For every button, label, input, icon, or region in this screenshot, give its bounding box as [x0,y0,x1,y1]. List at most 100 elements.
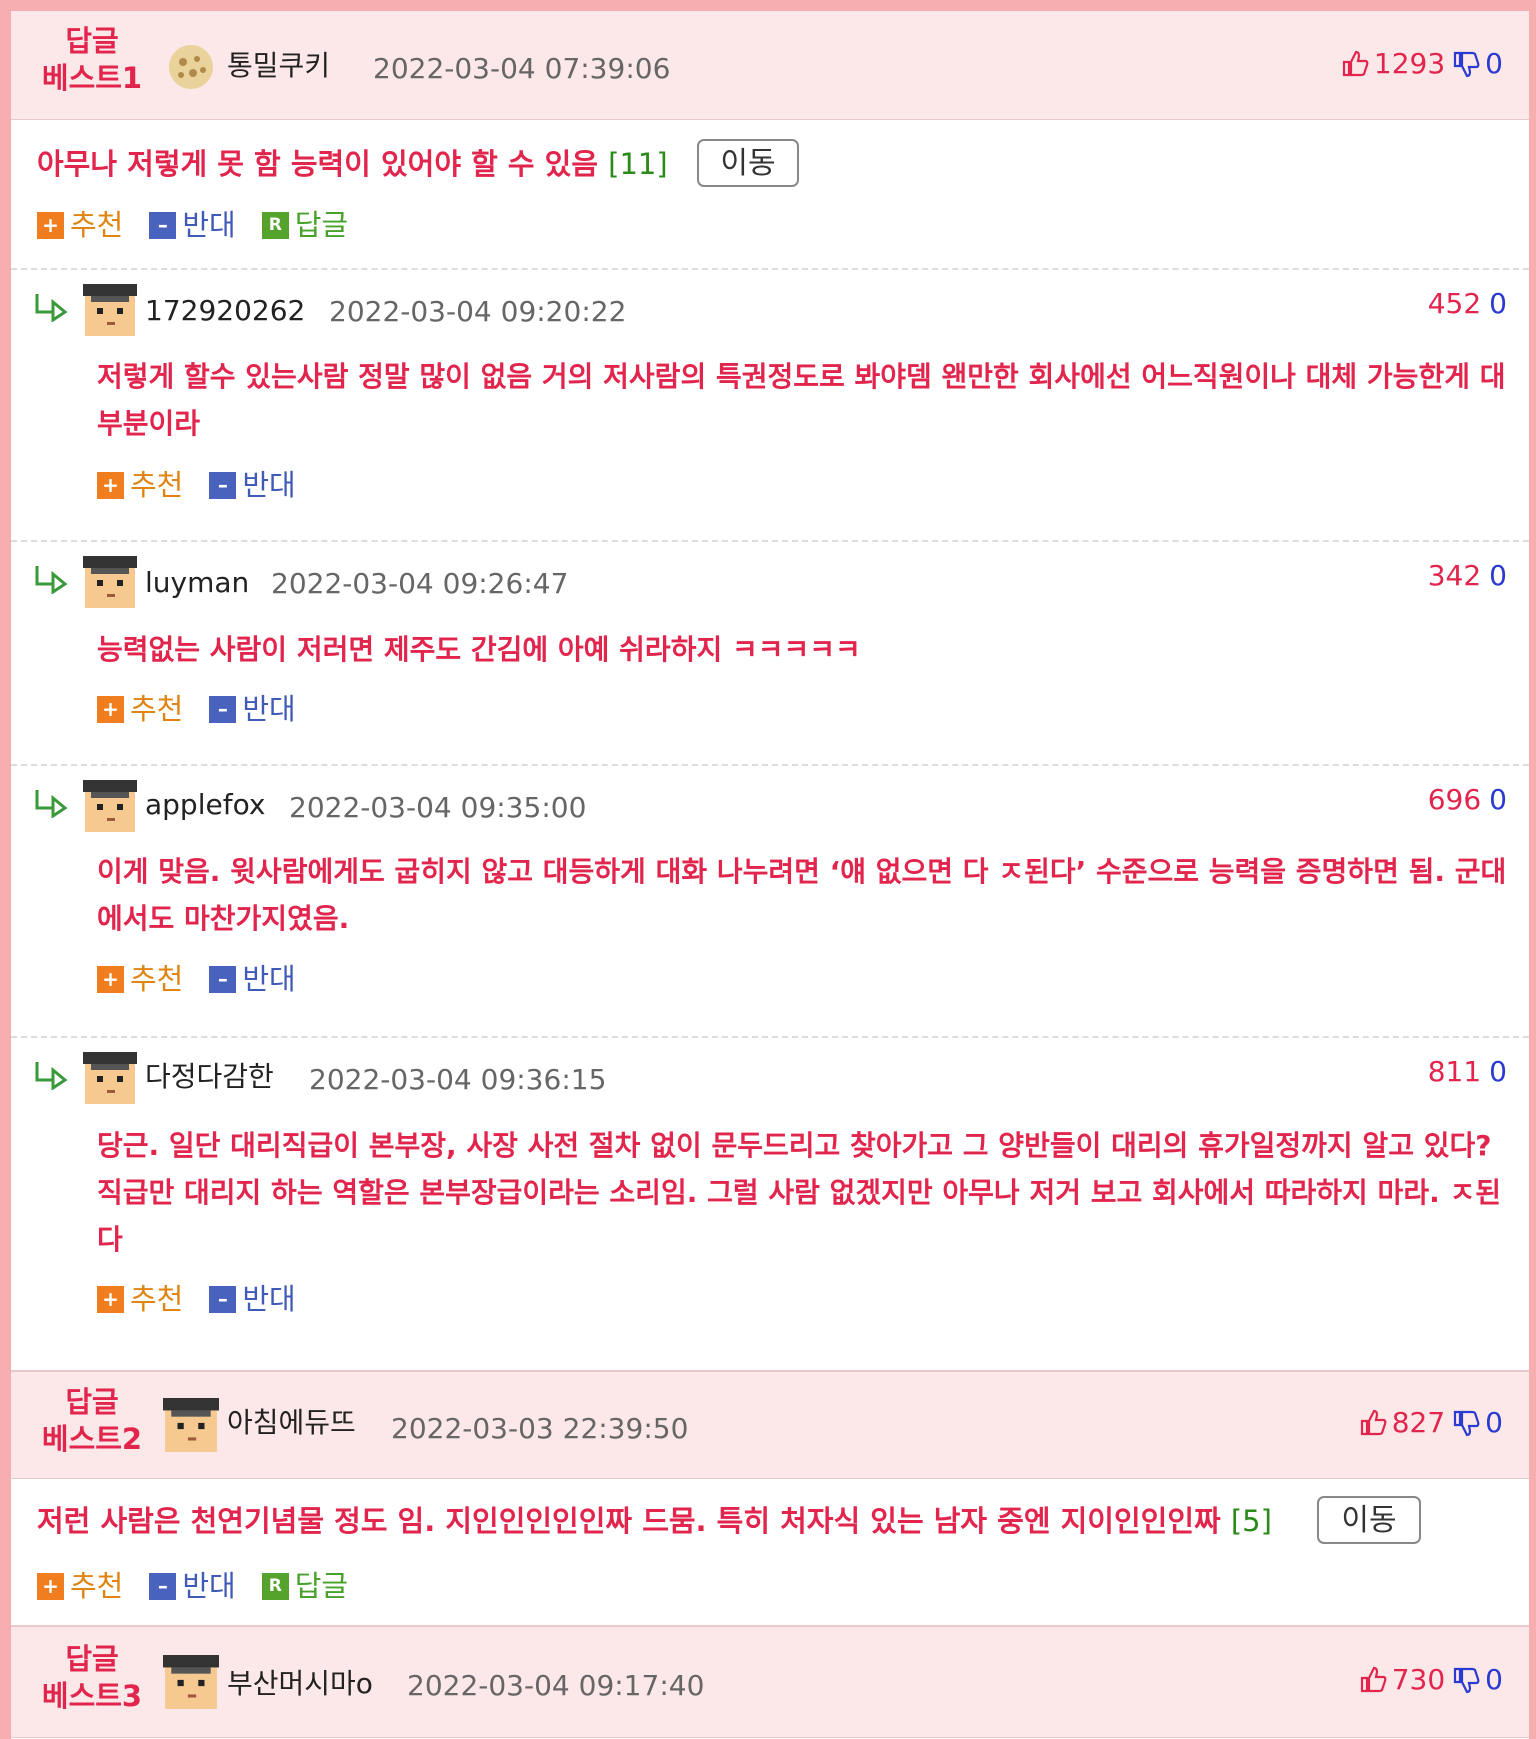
action-bar: + 추천 – 반대 R 답글 [37,1569,374,1603]
reply-item: 172920262 2022-03-04 09:20:22 452 0 저렇게 할… [11,270,1529,538]
move-button[interactable]: 이동 [1317,1496,1421,1544]
author-name[interactable]: 통밀쿠키 [227,49,330,83]
best-comment-1-body: 아무나 저렇게 못 함 능력이 있어야 할 수 있음 [11] 이동 + 추천 –… [11,120,1529,268]
default-avatar-icon [163,1398,219,1452]
vote-counts: 342 0 [1427,559,1507,592]
action-bar: + 추천 – 반대 [97,692,322,726]
timestamp: 2022-03-04 09:26:47 [271,567,569,600]
minus-icon: – [209,1285,237,1313]
upvote-count: 827 [1391,1406,1446,1439]
author-name[interactable]: 부산머시마o [227,1667,373,1701]
minus-icon: – [149,1572,177,1600]
default-avatar-icon [83,284,137,336]
best-comment-3-header: 답글 베스트3 부산머시마o 2022-03-04 09:17:40 730 0 [11,1625,1529,1738]
downvote-count: 0 [1485,47,1503,80]
action-bar: + 추천 – 반대 [97,1282,322,1316]
best-comment-2-body: 저런 사람은 천연기념물 정도 임. 지인인인인인짜 드뭄. 특히 처자식 있는… [11,1479,1529,1625]
vote-counts: 1293 0 [1340,47,1503,81]
plus-icon: + [37,1572,64,1600]
upvote-count: 1293 [1373,47,1446,80]
comment-text: 아무나 저렇게 못 함 능력이 있어야 할 수 있음 [11] [37,147,668,181]
reply-item: 다정다감한 2022-03-04 09:36:15 811 0 당근. 일단 대리… [11,1038,1529,1358]
timestamp: 2022-03-04 09:20:22 [329,295,627,328]
upvote-count: 730 [1391,1663,1446,1696]
minus-icon: – [209,965,237,993]
thumbs-up-icon [1342,50,1369,77]
best-badge: 답글 베스트1 [41,24,143,95]
oppose-button[interactable]: – 반대 [209,468,296,502]
vote-counts: 730 0 [1358,1663,1503,1697]
move-button[interactable]: 이동 [697,139,799,187]
recommend-button[interactable]: + 추천 [97,692,183,726]
action-bar: + 추천 – 반대 [97,962,322,996]
thumbs-down-icon [1454,1667,1480,1694]
best-badge: 답글 베스트2 [41,1385,143,1456]
best-badge: 답글 베스트3 [41,1642,143,1713]
default-avatar-icon [83,1052,137,1104]
reply-button[interactable]: R 답글 [261,1569,348,1603]
minus-icon: – [149,211,177,239]
comment-text: 능력없는 사람이 저러면 제주도 간김에 아예 쉬라하지 ㅋㅋㅋㅋㅋ [97,633,861,666]
reply-icon: R [261,211,289,239]
recommend-button[interactable]: + 추천 [97,962,183,996]
oppose-button[interactable]: – 반대 [209,692,296,726]
comment-text: 이게 맞음. 윗사람에게도 굽히지 않고 대등하게 대화 나누려면 ‘얘 없으면… [97,855,1507,935]
best-comment-2-header: 답글 베스트2 아침에듀뜨 2022-03-03 22:39:50 827 0 [11,1372,1529,1479]
author-name[interactable]: luyman [145,566,249,600]
reply-item: applefox 2022-03-04 09:35:00 696 0 이게 맞음.… [11,766,1529,1034]
reply-button[interactable]: R 답글 [261,208,348,242]
thumbs-down-icon [1454,1410,1480,1437]
downvote-count: 0 [1485,1663,1503,1696]
reply-arrow-icon [35,1062,68,1090]
timestamp: 2022-03-04 07:39:06 [373,52,671,85]
reply-item: luyman 2022-03-04 09:26:47 342 0 능력없는 사람이… [11,542,1529,762]
recommend-button[interactable]: + 추천 [37,1569,123,1603]
vote-counts: 827 0 [1358,1406,1503,1440]
reply-count: [5] [1230,1504,1272,1538]
comment-text: 저렇게 할수 있는사람 정말 많이 없음 거의 저사람의 특권정도로 봐야뎀 왠… [97,360,1506,440]
plus-icon: + [97,965,124,993]
vote-counts: 452 0 [1427,287,1507,320]
comment-text: 저런 사람은 천연기념물 정도 임. 지인인인인인짜 드뭄. 특히 처자식 있는… [37,1504,1272,1538]
best-comment-1-header: 답글 베스트1 통밀쿠키 2022-03-04 07:39:06 1293 0 [11,11,1529,120]
author-name[interactable]: 다정다감한 [145,1060,274,1094]
minus-icon: – [209,695,237,723]
reply-arrow-icon [35,566,68,594]
vote-counts: 811 0 [1427,1055,1507,1088]
plus-icon: + [37,211,64,239]
reply-arrow-icon [35,790,68,818]
default-avatar-icon [83,780,137,832]
comment-text: 당근. 일단 대리직급이 본부장, 사장 사전 절차 없이 문두드리고 찾아가고… [97,1129,1501,1256]
author-name[interactable]: 아침에듀뜨 [227,1406,356,1440]
vote-counts: 696 0 [1427,783,1507,816]
author-name[interactable]: applefox [145,788,265,822]
author-name[interactable]: 172920262 [145,294,305,328]
oppose-button[interactable]: – 반대 [149,1569,236,1603]
recommend-button[interactable]: + 추천 [97,468,183,502]
downvote-count: 0 [1485,1406,1503,1439]
timestamp: 2022-03-04 09:17:40 [407,1669,705,1702]
reply-arrow-icon [35,294,68,322]
default-avatar-icon [83,556,137,608]
plus-icon: + [97,1285,124,1313]
timestamp: 2022-03-03 22:39:50 [391,1412,689,1445]
thumbs-up-icon [1360,1666,1387,1693]
comment-frame: 답글 베스트1 통밀쿠키 2022-03-04 07:39:06 1293 0 아… [11,11,1529,1739]
timestamp: 2022-03-04 09:35:00 [289,791,587,824]
action-bar: + 추천 – 반대 R 답글 [37,208,374,242]
oppose-button[interactable]: – 반대 [209,1282,296,1316]
oppose-button[interactable]: – 반대 [149,208,236,242]
minus-icon: – [209,471,237,499]
oppose-button[interactable]: – 반대 [209,962,296,996]
timestamp: 2022-03-04 09:36:15 [309,1063,607,1096]
default-avatar-icon [163,1655,219,1709]
action-bar: + 추천 – 반대 [97,468,322,502]
recommend-button[interactable]: + 추천 [37,208,123,242]
thumbs-down-icon [1454,51,1480,78]
reply-count: [11] [608,147,668,181]
plus-icon: + [97,695,124,723]
recommend-button[interactable]: + 추천 [97,1282,183,1316]
reply-icon: R [261,1572,289,1600]
plus-icon: + [97,471,124,499]
cookie-avatar-icon [169,45,213,89]
